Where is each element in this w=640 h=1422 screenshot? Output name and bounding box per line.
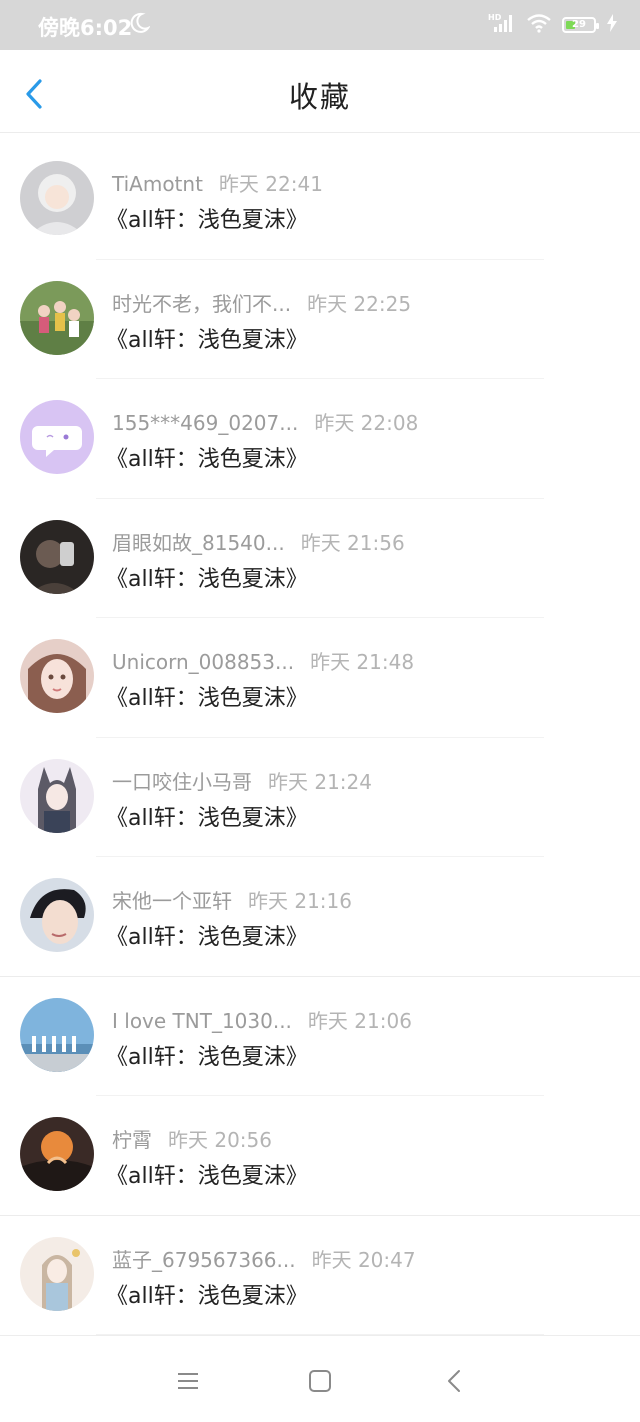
username: 眉眼如故_81540...: [112, 530, 285, 555]
avatar[interactable]: [20, 400, 94, 474]
system-back-button[interactable]: [440, 1366, 470, 1396]
story-title: 《all轩：浅色夏沫》: [106, 1044, 308, 1070]
username: 时光不老，我们不...: [112, 291, 292, 316]
timestamp: 昨天 21:56: [300, 530, 405, 555]
avatar[interactable]: [20, 758, 94, 833]
list-item[interactable]: 柠霄 昨天 20:56 《all轩：浅色夏沫》: [0, 1096, 640, 1216]
charging-icon: [606, 14, 618, 36]
avatar[interactable]: [20, 1117, 94, 1191]
avatar[interactable]: [20, 878, 94, 952]
avatar[interactable]: [20, 639, 94, 713]
story-title: 《all轩：浅色夏沫》: [106, 1283, 308, 1309]
story-title: 《all轩：浅色夏沫》: [106, 447, 308, 472]
username: 155***469_0207...: [112, 411, 299, 435]
page-title: 收藏: [288, 80, 351, 114]
menu-icon: [178, 1373, 198, 1389]
list-item[interactable]: TiAmotnt 昨天 22:41 《all轩：浅色夏沫》: [0, 140, 640, 260]
favorites-list: TiAmotnt 昨天 22:41 《all轩：浅色夏沫》 时光不老，我们不...…: [0, 140, 640, 1335]
list-item[interactable]: Unicorn_008853... 昨天 21:48 《all轩：浅色夏沫》: [0, 618, 640, 738]
timestamp: 昨天 20:56: [168, 1128, 272, 1152]
username: I love TNT_1030...: [112, 1008, 292, 1033]
timestamp: 昨天 22:08: [314, 411, 419, 435]
story-title: 《all轩：浅色夏沫》: [106, 686, 308, 711]
avatar[interactable]: [20, 1236, 94, 1311]
story-title: 《all轩：浅色夏沫》: [106, 925, 308, 950]
status-time: 傍晚6:02: [38, 16, 133, 40]
story-title: 《all轩：浅色夏沫》: [106, 1164, 308, 1189]
system-nav-bar: [0, 1335, 640, 1422]
avatar[interactable]: [20, 519, 94, 594]
svg-text:HD: HD: [488, 13, 502, 22]
back-icon: [448, 1370, 460, 1392]
timestamp: 昨天 21:24: [268, 769, 372, 794]
avatar[interactable]: [20, 280, 94, 355]
signal-icon: HD: [488, 12, 516, 38]
moon-icon: [128, 11, 151, 39]
home-icon: [309, 1370, 331, 1392]
menu-button[interactable]: [173, 1366, 203, 1396]
list-item[interactable]: 宋他一个亚轩 昨天 21:16 《all轩：浅色夏沫》: [0, 857, 640, 977]
username: 柠霄: [112, 1128, 152, 1152]
story-title: 《all轩：浅色夏沫》: [106, 208, 308, 233]
timestamp: 昨天 20:47: [311, 1247, 416, 1272]
wifi-icon: [526, 13, 552, 37]
username: TiAmotnt: [112, 172, 203, 196]
home-button[interactable]: [305, 1366, 335, 1396]
list-item[interactable]: 眉眼如故_81540... 昨天 21:56 《all轩：浅色夏沫》: [0, 499, 640, 618]
username: Unicorn_008853...: [112, 650, 295, 674]
story-title: 《all轩：浅色夏沫》: [106, 327, 308, 353]
story-title: 《all轩：浅色夏沫》: [106, 566, 308, 592]
username: 蓝子_679567366...: [112, 1247, 296, 1272]
timestamp: 昨天 21:06: [307, 1008, 412, 1033]
list-item[interactable]: 时光不老，我们不... 昨天 22:25 《all轩：浅色夏沫》: [0, 260, 640, 379]
list-item[interactable]: 155***469_0207... 昨天 22:08 《all轩：浅色夏沫》: [0, 379, 640, 499]
username: 宋他一个亚轩: [112, 889, 232, 913]
username: 一口咬住小马哥: [112, 769, 252, 794]
timestamp: 昨天 22:41: [218, 172, 323, 196]
avatar[interactable]: [20, 997, 94, 1072]
avatar[interactable]: [20, 161, 94, 235]
story-title: 《all轩：浅色夏沫》: [106, 805, 308, 831]
list-item[interactable]: I love TNT_1030... 昨天 21:06 《all轩：浅色夏沫》: [0, 977, 640, 1096]
list-item[interactable]: 一口咬住小马哥 昨天 21:24 《all轩：浅色夏沫》: [0, 738, 640, 857]
list-item[interactable]: 蓝子_679567366... 昨天 20:47 《all轩：浅色夏沫》: [0, 1216, 640, 1335]
timestamp: 昨天 21:48: [310, 650, 415, 674]
timestamp: 昨天 21:16: [248, 889, 352, 913]
app-header: 收藏: [0, 50, 640, 133]
status-bar: 傍晚6:02 HD 29: [0, 0, 640, 50]
battery-icon: 29: [562, 17, 599, 33]
timestamp: 昨天 22:25: [307, 291, 412, 316]
battery-level: 29: [572, 19, 586, 30]
